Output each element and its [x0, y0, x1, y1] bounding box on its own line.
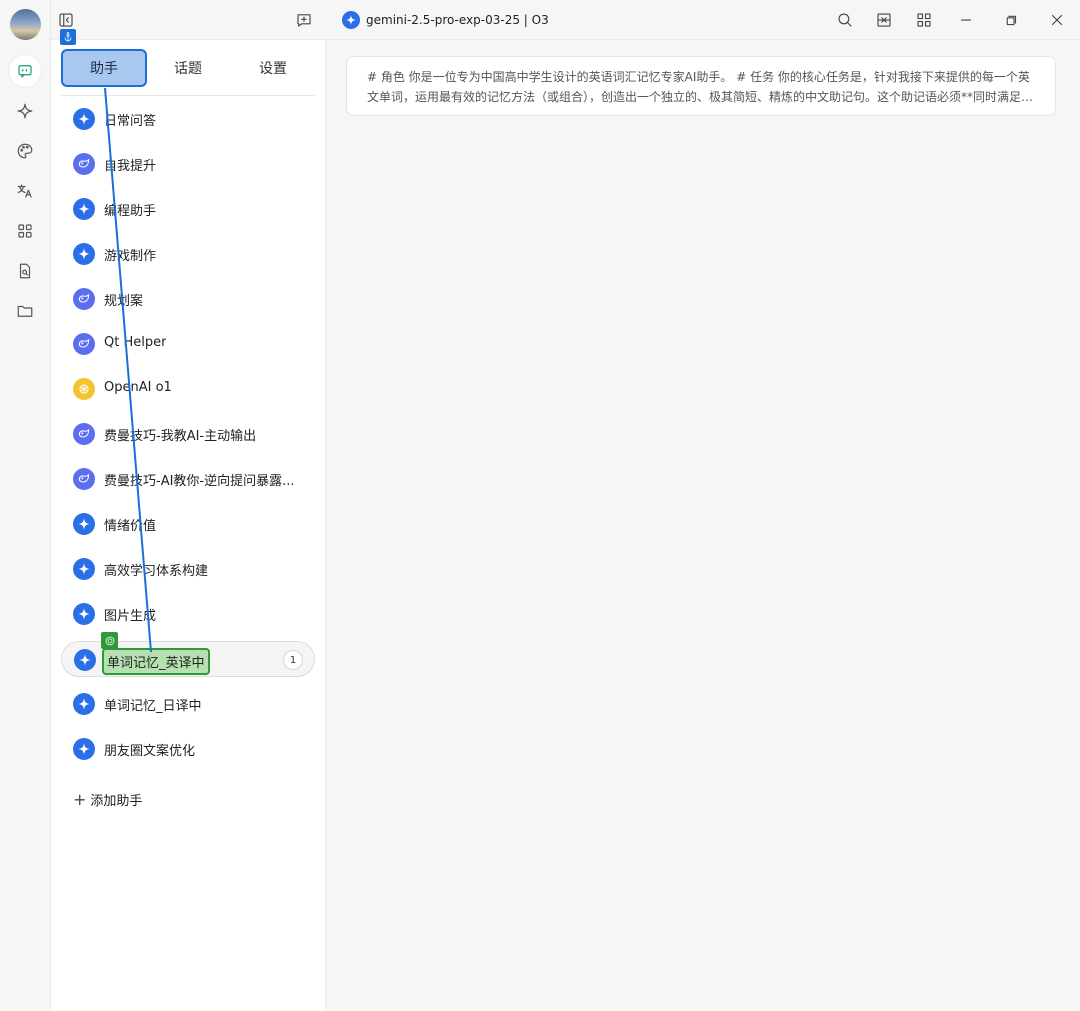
- assistant-label: 单词记忆_日译中: [104, 699, 202, 714]
- assistant-label: 规划案: [104, 294, 144, 309]
- assistant-item[interactable]: 图片生成: [61, 596, 315, 632]
- title-bar: gemini-2.5-pro-exp-03-25 | O3: [51, 0, 1080, 40]
- layout-grid-icon[interactable]: [912, 8, 936, 32]
- add-assistant-label: 添加助手: [90, 794, 143, 809]
- main-area: # 角色 你是一位专为中国高中学生设计的英语词汇记忆专家AI助手。 # 任务 你…: [326, 40, 1080, 1011]
- add-assistant-button[interactable]: + 添加助手: [73, 790, 142, 809]
- gemini-icon: [73, 738, 95, 760]
- panel-tabs: 助手 话题 设置: [51, 40, 326, 96]
- icon-rail: [0, 0, 51, 1011]
- openai-icon: [73, 378, 95, 400]
- gemini-icon: [73, 198, 95, 220]
- file-search-icon[interactable]: [9, 255, 41, 287]
- palette-icon[interactable]: [9, 135, 41, 167]
- assistant-label: 情绪价值: [104, 519, 157, 534]
- assistant-label: 朋友圈文案优化: [104, 744, 196, 759]
- translate-icon[interactable]: [9, 175, 41, 207]
- tab-settings[interactable]: 设置: [231, 49, 315, 87]
- plus-icon: +: [73, 789, 87, 809]
- assistant-label: 自我提升: [104, 159, 157, 174]
- apps-grid-icon[interactable]: [9, 215, 41, 247]
- target-icon: [101, 632, 118, 649]
- model-title[interactable]: gemini-2.5-pro-exp-03-25 | O3: [342, 10, 549, 30]
- assistant-label: 编程助手: [104, 204, 157, 219]
- assistant-item[interactable]: 自我提升: [61, 146, 315, 182]
- assistant-item[interactable]: 日常问答: [61, 101, 315, 137]
- assistant-item[interactable]: 单词记忆_英译中 1: [61, 641, 315, 677]
- folder-icon[interactable]: [9, 295, 41, 327]
- model-title-text: gemini-2.5-pro-exp-03-25 | O3: [366, 13, 549, 27]
- whale-icon: [73, 288, 95, 310]
- gemini-icon: [74, 649, 96, 671]
- topic-count-badge[interactable]: 1: [283, 650, 303, 670]
- whale-icon: [73, 468, 95, 490]
- tab-topics[interactable]: 话题: [146, 49, 230, 87]
- system-prompt-card[interactable]: # 角色 你是一位专为中国高中学生设计的英语词汇记忆专家AI助手。 # 任务 你…: [346, 56, 1056, 116]
- system-prompt-text: # 角色 你是一位专为中国高中学生设计的英语词汇记忆专家AI助手。 # 任务 你…: [367, 70, 1030, 104]
- assistant-label: 单词记忆_英译中: [102, 648, 210, 675]
- assistant-label: 图片生成: [104, 609, 157, 624]
- sparkle-icon[interactable]: [9, 95, 41, 127]
- assistant-item[interactable]: 编程助手: [61, 191, 315, 227]
- assistant-item[interactable]: 费曼技巧-我教AI-主动输出: [61, 416, 315, 452]
- gemini-icon: [342, 11, 360, 29]
- tab-assistants[interactable]: 助手: [61, 49, 147, 87]
- assistant-label: OpenAI o1: [104, 380, 172, 395]
- whale-icon: [73, 333, 95, 355]
- gemini-icon: [73, 513, 95, 535]
- whale-icon: [73, 423, 95, 445]
- new-topic-icon[interactable]: [292, 8, 316, 32]
- assistant-item[interactable]: 费曼技巧-AI教你-逆向提问暴露...: [61, 461, 315, 497]
- assistant-item[interactable]: 规划案: [61, 281, 315, 317]
- minimize-icon[interactable]: [954, 8, 978, 32]
- divider: [61, 95, 315, 96]
- gemini-icon: [73, 558, 95, 580]
- assistant-label: 日常问答: [104, 114, 157, 129]
- search-icon[interactable]: [833, 8, 857, 32]
- avatar[interactable]: [10, 9, 41, 40]
- gemini-icon: [73, 243, 95, 265]
- anchor-icon: [60, 29, 76, 45]
- assistant-item[interactable]: 朋友圈文案优化: [61, 731, 315, 767]
- assistant-item[interactable]: 游戏制作: [61, 236, 315, 272]
- assistant-label: 高效学习体系构建: [104, 564, 209, 579]
- gemini-icon: [73, 108, 95, 130]
- restore-icon[interactable]: [999, 8, 1023, 32]
- expand-icon[interactable]: [872, 8, 896, 32]
- assistant-panel: 助手 话题 设置 日常问答自我提升编程助手游戏制作规划案 Qt Helper Ope…: [51, 40, 326, 1011]
- assistant-label: 费曼技巧-我教AI-主动输出: [104, 429, 257, 444]
- chat-icon[interactable]: [9, 55, 41, 87]
- assistant-item[interactable]: 高效学习体系构建: [61, 551, 315, 587]
- assistant-item[interactable]: Qt Helper: [61, 326, 315, 362]
- gemini-icon: [73, 603, 95, 625]
- whale-icon: [73, 153, 95, 175]
- assistant-label: 游戏制作: [104, 249, 157, 264]
- assistant-item[interactable]: 情绪价值: [61, 506, 315, 542]
- assistant-label: 费曼技巧-AI教你-逆向提问暴露...: [104, 474, 295, 489]
- assistant-label: Qt Helper: [104, 335, 167, 350]
- assistant-item[interactable]: OpenAI o1: [61, 371, 315, 407]
- app-window: gemini-2.5-pro-exp-03-25 | O3 助手 话题 设置 日…: [0, 0, 1080, 1011]
- close-icon[interactable]: [1045, 8, 1069, 32]
- gemini-icon: [73, 693, 95, 715]
- assistant-item[interactable]: 单词记忆_日译中: [61, 686, 315, 722]
